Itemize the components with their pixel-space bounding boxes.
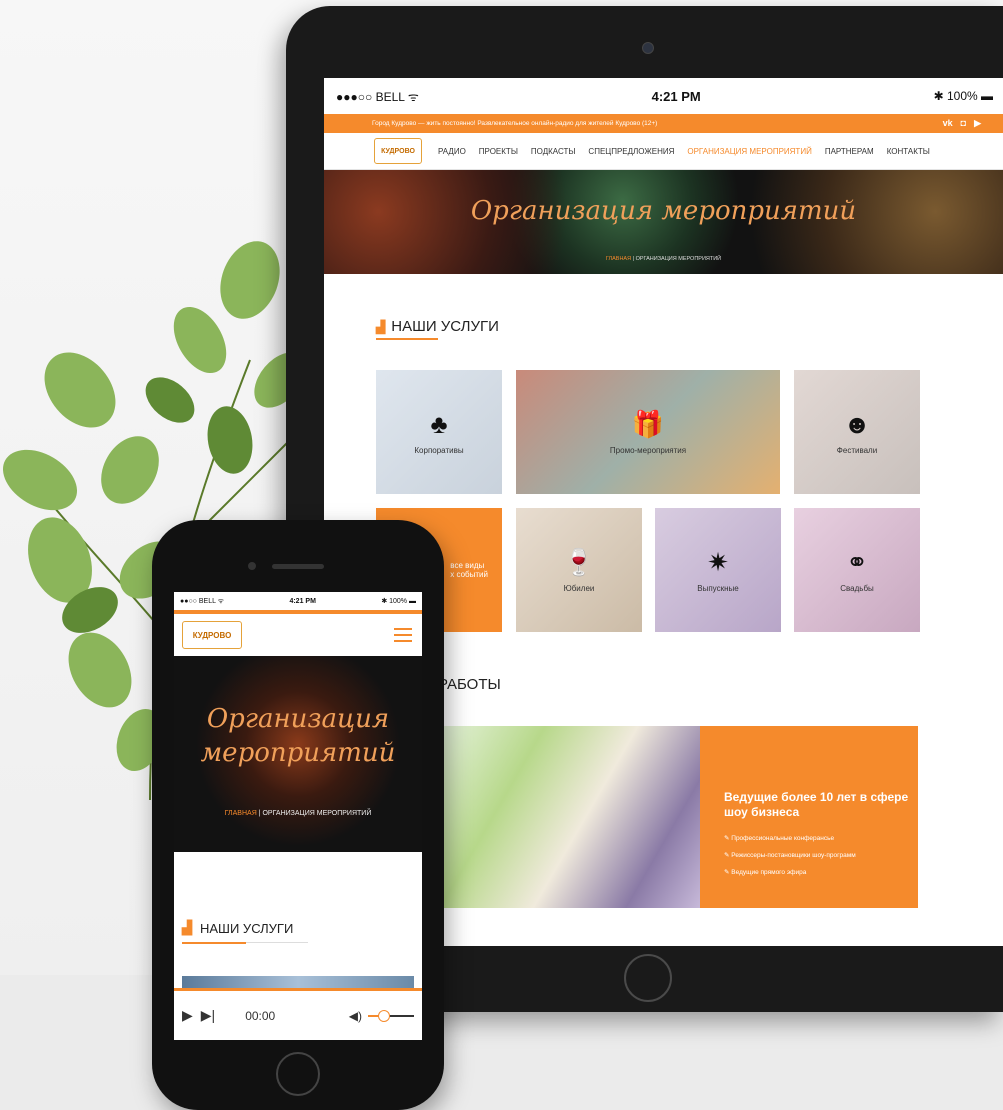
works-heading: РАБОТЫ: [438, 676, 501, 693]
hero-title: Организация мероприятий: [470, 196, 857, 226]
fireworks-icon: ✷: [707, 547, 729, 577]
phone-device: ●●○○ BELL ᯤ 4:21 PM ✱ 100% ▬ КУДРОВО Орг…: [152, 520, 444, 1110]
youtube-icon[interactable]: ▶: [974, 118, 981, 129]
nav-item-events[interactable]: ОРГАНИЗАЦИЯ МЕРОПРИЯТИЙ: [687, 147, 811, 156]
services-title: НАШИ УСЛУГИ: [200, 920, 294, 936]
services-title: НАШИ УСЛУГИ: [391, 318, 499, 335]
site-logo[interactable]: КУДРОВО: [182, 621, 242, 649]
main-nav: КУДРОВО РАДИО ПРОЕКТЫ ПОДКАСТЫ СПЕЦПРЕДЛ…: [324, 133, 1003, 170]
heading-underline: [182, 942, 308, 944]
breadcrumb: ГЛАВНАЯ | ОРГАНИЗАЦИЯ МЕРОПРИЯТИЙ: [605, 256, 722, 262]
service-tile-graduation[interactable]: ✷ Выпускные: [655, 508, 781, 632]
works-photo: [434, 726, 700, 908]
services-heading: ▟ НАШИ УСЛУГИ: [182, 920, 293, 936]
status-time: 4:21 PM: [289, 597, 316, 605]
service-tile-festivals[interactable]: ☻ Фестивали: [794, 370, 920, 494]
hero-banner: Организация мероприятий ГЛАВНАЯ | ОРГАНИ…: [324, 170, 1003, 274]
nav-item-radio[interactable]: РАДИО: [438, 147, 466, 156]
works-info-item: ✎ Профессиональные конферансье: [724, 835, 835, 842]
breadcrumb: ГЛАВНАЯ | ОРГАНИЗАЦИЯ МЕРОПРИЯТИЙ: [224, 810, 372, 817]
service-label: все виды х событий: [450, 561, 488, 579]
works-info-item: ✎ Режиссеры-постановщики шоу-программ: [724, 852, 856, 859]
breadcrumb-home[interactable]: ГЛАВНАЯ: [225, 810, 257, 817]
heading-underline: [376, 338, 438, 340]
site-tagline: Город Кудрово — жить постоянно! Развлека…: [372, 120, 658, 127]
phone-status-bar: ●●○○ BELL ᯤ 4:21 PM ✱ 100% ▬: [174, 592, 422, 610]
hero-title: Организация мероприятий: [200, 704, 396, 768]
equalizer-icon: ▟: [376, 319, 386, 334]
rings-icon: ⚭: [846, 547, 868, 577]
nav-item-offers[interactable]: СПЕЦПРЕДЛОЖЕНИЯ: [588, 147, 674, 156]
service-label: Промо-мероприятия: [609, 446, 687, 455]
service-label: Выпускные: [697, 584, 739, 593]
works-info-item: ✎ Ведущие прямого эфира: [724, 869, 807, 876]
equalizer-icon: ▟: [182, 920, 192, 935]
audio-player: ▶ ▶| 00:00 ◀): [174, 988, 422, 1040]
play-icon[interactable]: ▶: [182, 1007, 193, 1024]
service-tile-anniversary[interactable]: 🍷 Юбилеи: [516, 508, 642, 632]
breadcrumb-current: ОРГАНИЗАЦИЯ МЕРОПРИЯТИЙ: [635, 256, 722, 262]
volume-icon[interactable]: ◀): [349, 1009, 362, 1023]
mask-icon: ☻: [843, 409, 871, 439]
player-time: 00:00: [245, 1008, 276, 1023]
wine-glass-icon: 🍷: [562, 547, 596, 577]
tablet-status-bar: ●●●○○ BELL ᯤ 4:21 PM ✱ 100% ▬: [324, 78, 1003, 114]
service-tile-promo[interactable]: 🎁 Промо-мероприятия: [516, 370, 780, 494]
breadcrumb-current: ОРГАНИЗАЦИЯ МЕРОПРИЯТИЙ: [262, 810, 372, 817]
nav-item-partners[interactable]: ПАРТНЕРАМ: [825, 147, 874, 156]
tablet-home-button[interactable]: [624, 954, 672, 1002]
service-tile-weddings[interactable]: ⚭ Свадьбы: [794, 508, 920, 632]
nav-item-contacts[interactable]: КОНТАКТЫ: [887, 147, 930, 156]
tuxedo-icon: ♣: [430, 409, 448, 439]
service-label: Свадьбы: [840, 584, 874, 593]
status-battery: ✱ 100% ▬: [933, 89, 993, 103]
phone-screen: ●●○○ BELL ᯤ 4:21 PM ✱ 100% ▬ КУДРОВО Орг…: [174, 592, 422, 1040]
status-carrier: ●●●○○ BELL ᯤ: [336, 89, 419, 104]
status-time: 4:21 PM: [651, 88, 701, 104]
status-battery: ✱ 100% ▬: [381, 598, 416, 605]
status-carrier: ●●○○ BELL ᯤ: [180, 597, 225, 605]
hero-banner: Организация мероприятий ГЛАВНАЯ | ОРГАНИ…: [174, 656, 422, 852]
phone-camera: [248, 562, 256, 570]
gift-icon: 🎁: [631, 409, 665, 439]
phone-home-button[interactable]: [276, 1052, 320, 1096]
volume-slider[interactable]: [368, 1009, 414, 1022]
nav-item-projects[interactable]: ПРОЕКТЫ: [479, 147, 518, 156]
hamburger-menu-icon[interactable]: [394, 628, 412, 642]
service-tile-corporate[interactable]: ♣ Корпоративы: [376, 370, 502, 494]
services-heading: ▟ НАШИ УСЛУГИ: [376, 318, 499, 335]
nav-item-podcasts[interactable]: ПОДКАСТЫ: [531, 147, 576, 156]
service-label: Юбилеи: [563, 584, 595, 593]
tablet-camera: [642, 42, 654, 54]
instagram-icon[interactable]: ◘: [961, 118, 966, 129]
vk-icon[interactable]: vk: [943, 118, 953, 129]
works-info-box: Ведущие более 10 лет в сфере шоу бизнеса…: [700, 726, 918, 908]
breadcrumb-home[interactable]: ГЛАВНАЯ: [606, 256, 631, 262]
phone-header: КУДРОВО: [174, 614, 422, 656]
site-topbar: Город Кудрово — жить постоянно! Развлека…: [324, 114, 1003, 133]
service-label: Фестивали: [836, 446, 878, 455]
volume-slider-knob[interactable]: [378, 1009, 391, 1022]
works-info-heading: Ведущие более 10 лет в сфере шоу бизнеса: [724, 790, 909, 819]
site-logo[interactable]: КУДРОВО: [374, 138, 422, 164]
service-label: Корпоративы: [414, 446, 464, 455]
phone-speaker: [272, 564, 324, 569]
skip-next-icon[interactable]: ▶|: [201, 1007, 215, 1024]
